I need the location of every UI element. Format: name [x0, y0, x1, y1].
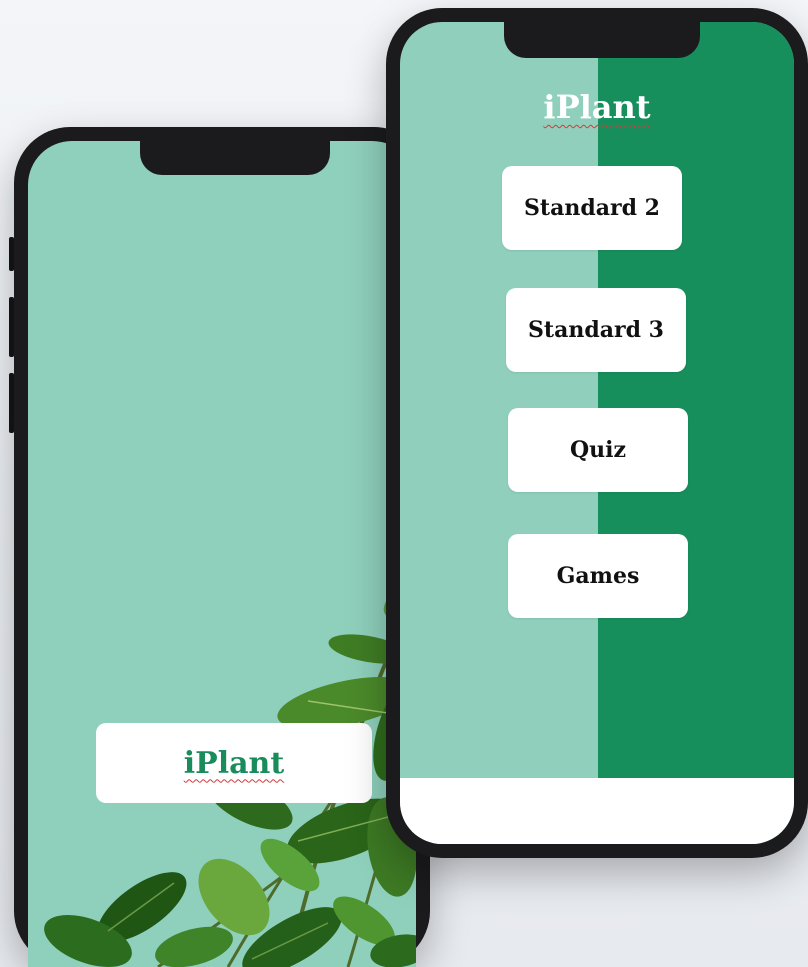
menu-screen: iPlant Standard 2 Standard 3 Quiz Games	[400, 22, 794, 844]
splash-phone: iPlant	[9, 127, 430, 967]
standard-3-button[interactable]: Standard 3	[506, 288, 686, 372]
splash-screen: iPlant	[28, 141, 416, 967]
phone-notch	[140, 141, 330, 175]
games-button[interactable]: Games	[508, 534, 688, 618]
phone-notch	[504, 22, 700, 58]
menu-title: iPlant	[543, 88, 651, 126]
quiz-button[interactable]: Quiz	[508, 408, 688, 492]
menu-phone: iPlant Standard 2 Standard 3 Quiz Games	[386, 8, 808, 858]
phone-volume-up	[9, 297, 14, 357]
plant-leaves-image	[44, 586, 416, 967]
splash-app-name: iPlant	[183, 745, 285, 781]
phone-mute-switch	[9, 237, 14, 271]
phone-volume-down	[9, 373, 14, 433]
splash-logo-button[interactable]: iPlant	[96, 723, 372, 803]
bottom-bar	[400, 778, 794, 844]
standard-2-button[interactable]: Standard 2	[502, 166, 682, 250]
